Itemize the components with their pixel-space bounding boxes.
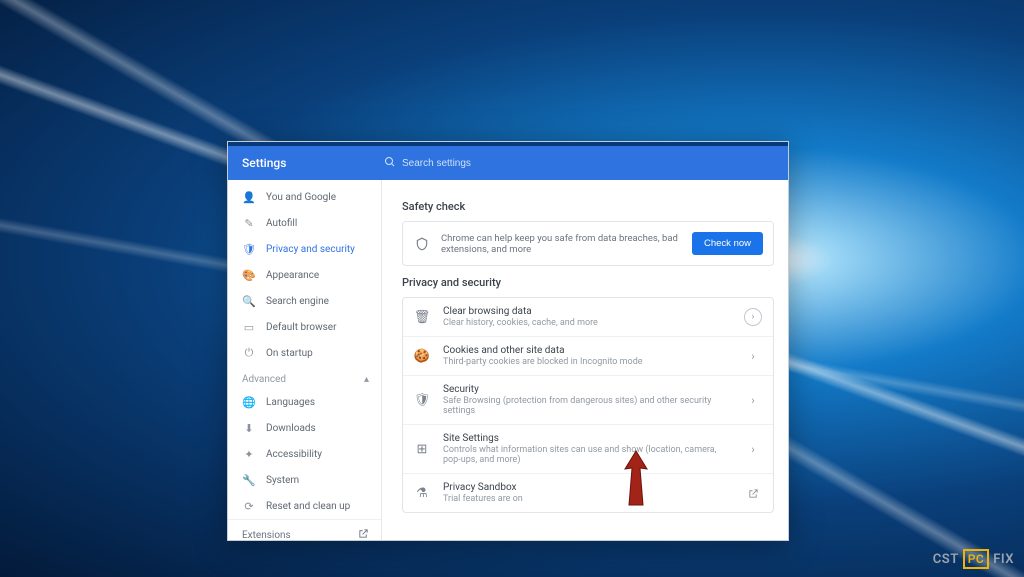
advanced-toggle[interactable]: Advanced ▴: [228, 366, 381, 389]
power-icon: ⏻: [242, 346, 256, 360]
watermark-suffix: FIX: [993, 552, 1014, 567]
safety-check-text: Chrome can help keep you safe from data …: [441, 233, 682, 255]
privacy-security-heading: Privacy and security: [402, 266, 774, 297]
external-link-icon: [743, 483, 763, 503]
row-text: Clear browsing data Clear history, cooki…: [443, 306, 731, 328]
sidebar-item-label: Languages: [266, 397, 315, 408]
search-container: [378, 156, 788, 171]
sidebar-item-reset-clean-up[interactable]: ⟳ Reset and clean up: [228, 493, 381, 519]
sidebar-item-label: Downloads: [266, 423, 316, 434]
sidebar-item-accessibility[interactable]: ✦ Accessibility: [228, 441, 381, 467]
chevron-right-icon: ›: [743, 390, 763, 410]
external-link-icon: [358, 528, 369, 540]
sidebar-item-appearance[interactable]: 🎨 Appearance: [228, 262, 381, 288]
sidebar-item-downloads[interactable]: ⬇ Downloads: [228, 415, 381, 441]
appearance-icon: 🎨: [242, 268, 256, 282]
reset-icon: ⟳: [242, 499, 256, 513]
advanced-label: Advanced: [242, 374, 286, 385]
row-subtitle: Controls what information sites can use …: [443, 445, 731, 465]
wrench-icon: 🔧: [242, 473, 256, 487]
row-text: Cookies and other site data Third-party …: [443, 345, 731, 367]
chevron-up-icon: ▴: [364, 374, 369, 385]
sidebar-item-you-and-google[interactable]: 👤 You and Google: [228, 184, 381, 210]
cookie-icon: 🍪: [413, 347, 431, 365]
page-title: Settings: [228, 156, 378, 170]
check-now-button[interactable]: Check now: [692, 232, 763, 255]
content-area: Safety check Chrome can help keep you sa…: [382, 180, 788, 540]
row-text: Security Safe Browsing (protection from …: [443, 384, 731, 416]
row-cookies[interactable]: 🍪 Cookies and other site data Third-part…: [403, 336, 773, 375]
row-subtitle: Clear history, cookies, cache, and more: [443, 318, 731, 328]
download-icon: ⬇: [242, 421, 256, 435]
sidebar-item-label: Accessibility: [266, 449, 322, 460]
extensions-label: Extensions: [242, 530, 291, 541]
row-security[interactable]: 🛡 Security Safe Browsing (protection fro…: [403, 375, 773, 424]
shield-check-icon: [413, 235, 431, 253]
sidebar-item-label: Autofill: [266, 218, 297, 229]
header-bar: Settings: [228, 146, 788, 180]
sidebar-item-system[interactable]: 🔧 System: [228, 467, 381, 493]
sidebar-item-label: Privacy and security: [266, 244, 355, 255]
safety-check-card: Chrome can help keep you safe from data …: [402, 221, 774, 266]
watermark-box: PC: [963, 549, 990, 569]
row-title: Privacy Sandbox: [443, 482, 731, 493]
search-icon: [384, 156, 396, 171]
trash-icon: 🗑: [413, 308, 431, 326]
row-title: Clear browsing data: [443, 306, 731, 317]
shield-icon: 🛡: [242, 242, 256, 256]
watermark-prefix: CST: [933, 552, 959, 567]
search-engine-icon: 🔍: [242, 294, 256, 308]
sidebar: 👤 You and Google ✎ Autofill 🛡 Privacy an…: [228, 180, 382, 540]
row-title: Cookies and other site data: [443, 345, 731, 356]
sidebar-item-label: On startup: [266, 348, 313, 359]
safety-check-heading: Safety check: [402, 190, 774, 221]
privacy-security-card: 🗑 Clear browsing data Clear history, coo…: [402, 297, 774, 513]
chevron-right-icon: ›: [743, 346, 763, 366]
search-input[interactable]: [402, 158, 788, 169]
row-subtitle: Safe Browsing (protection from dangerous…: [443, 396, 731, 416]
person-icon: 👤: [242, 190, 256, 204]
row-clear-browsing-data[interactable]: 🗑 Clear browsing data Clear history, coo…: [403, 298, 773, 336]
sidebar-item-default-browser[interactable]: ▭ Default browser: [228, 314, 381, 340]
row-text: Privacy Sandbox Trial features are on: [443, 482, 731, 504]
window-body: 👤 You and Google ✎ Autofill 🛡 Privacy an…: [228, 180, 788, 540]
sidebar-item-label: Reset and clean up: [266, 501, 350, 512]
sidebar-item-search-engine[interactable]: 🔍 Search engine: [228, 288, 381, 314]
row-title: Site Settings: [443, 433, 731, 444]
arrow-circle-icon: ›: [743, 307, 763, 327]
sidebar-item-label: Search engine: [266, 296, 329, 307]
sidebar-item-languages[interactable]: 🌐 Languages: [228, 389, 381, 415]
flask-icon: ⚗: [413, 484, 431, 502]
chevron-right-icon: ›: [743, 439, 763, 459]
sidebar-item-label: System: [266, 475, 299, 486]
safety-check-row: Chrome can help keep you safe from data …: [403, 222, 773, 265]
row-privacy-sandbox[interactable]: ⚗ Privacy Sandbox Trial features are on: [403, 473, 773, 512]
sidebar-item-privacy-security[interactable]: 🛡 Privacy and security: [228, 236, 381, 262]
sidebar-item-label: You and Google: [266, 192, 336, 203]
row-text: Site Settings Controls what information …: [443, 433, 731, 465]
globe-icon: 🌐: [242, 395, 256, 409]
row-subtitle: Trial features are on: [443, 494, 731, 504]
tune-icon: ⊞: [413, 440, 431, 458]
row-subtitle: Third-party cookies are blocked in Incog…: [443, 357, 731, 367]
default-browser-icon: ▭: [242, 320, 256, 334]
sidebar-item-extensions[interactable]: Extensions: [228, 519, 381, 540]
watermark: CST PC FIX: [933, 549, 1014, 569]
sidebar-item-label: Default browser: [266, 322, 336, 333]
sidebar-item-on-startup[interactable]: ⏻ On startup: [228, 340, 381, 366]
accessibility-icon: ✦: [242, 447, 256, 461]
row-site-settings[interactable]: ⊞ Site Settings Controls what informatio…: [403, 424, 773, 473]
sidebar-item-label: Appearance: [266, 270, 319, 281]
autofill-icon: ✎: [242, 216, 256, 230]
settings-window: Settings 👤 You and Google ✎ Autofill 🛡 P…: [227, 141, 789, 541]
security-shield-icon: 🛡: [413, 391, 431, 409]
row-title: Security: [443, 384, 731, 395]
sidebar-item-autofill[interactable]: ✎ Autofill: [228, 210, 381, 236]
